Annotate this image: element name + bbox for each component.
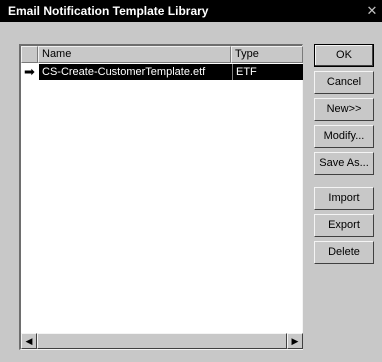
- close-icon[interactable]: ✕: [364, 2, 380, 20]
- template-type-cell[interactable]: ETF: [232, 64, 303, 80]
- delete-button[interactable]: Delete: [314, 241, 374, 264]
- scrollbar-thumb[interactable]: [37, 333, 287, 349]
- horizontal-scrollbar[interactable]: ◀ ▶: [21, 333, 303, 349]
- column-header-name[interactable]: Name: [38, 46, 231, 63]
- ok-button[interactable]: OK: [314, 44, 374, 67]
- modify-button[interactable]: Modify...: [314, 125, 374, 148]
- row-indicator-header: [21, 46, 38, 63]
- save-as-button[interactable]: Save As...: [314, 152, 374, 175]
- export-button[interactable]: Export: [314, 214, 374, 237]
- cancel-button[interactable]: Cancel: [314, 71, 374, 94]
- current-row-arrow-icon: ➡: [24, 64, 35, 79]
- new-button[interactable]: New>>: [314, 98, 374, 121]
- window-title: Email Notification Template Library: [8, 4, 209, 18]
- template-list[interactable]: Name Type ➡ CS-Create-CustomerTemplate.e…: [19, 44, 303, 350]
- title-bar[interactable]: Email Notification Template Library ✕: [0, 0, 382, 22]
- scroll-left-icon[interactable]: ◀: [21, 333, 37, 349]
- template-name-cell[interactable]: CS-Create-CustomerTemplate.etf: [39, 64, 232, 80]
- column-header-type[interactable]: Type: [231, 46, 303, 63]
- scroll-right-icon[interactable]: ▶: [287, 333, 303, 349]
- table-row[interactable]: ➡ CS-Create-CustomerTemplate.etf ETF: [21, 64, 303, 80]
- import-button[interactable]: Import: [314, 187, 374, 210]
- template-library-dialog: Email Notification Template Library ✕ Na…: [0, 0, 382, 362]
